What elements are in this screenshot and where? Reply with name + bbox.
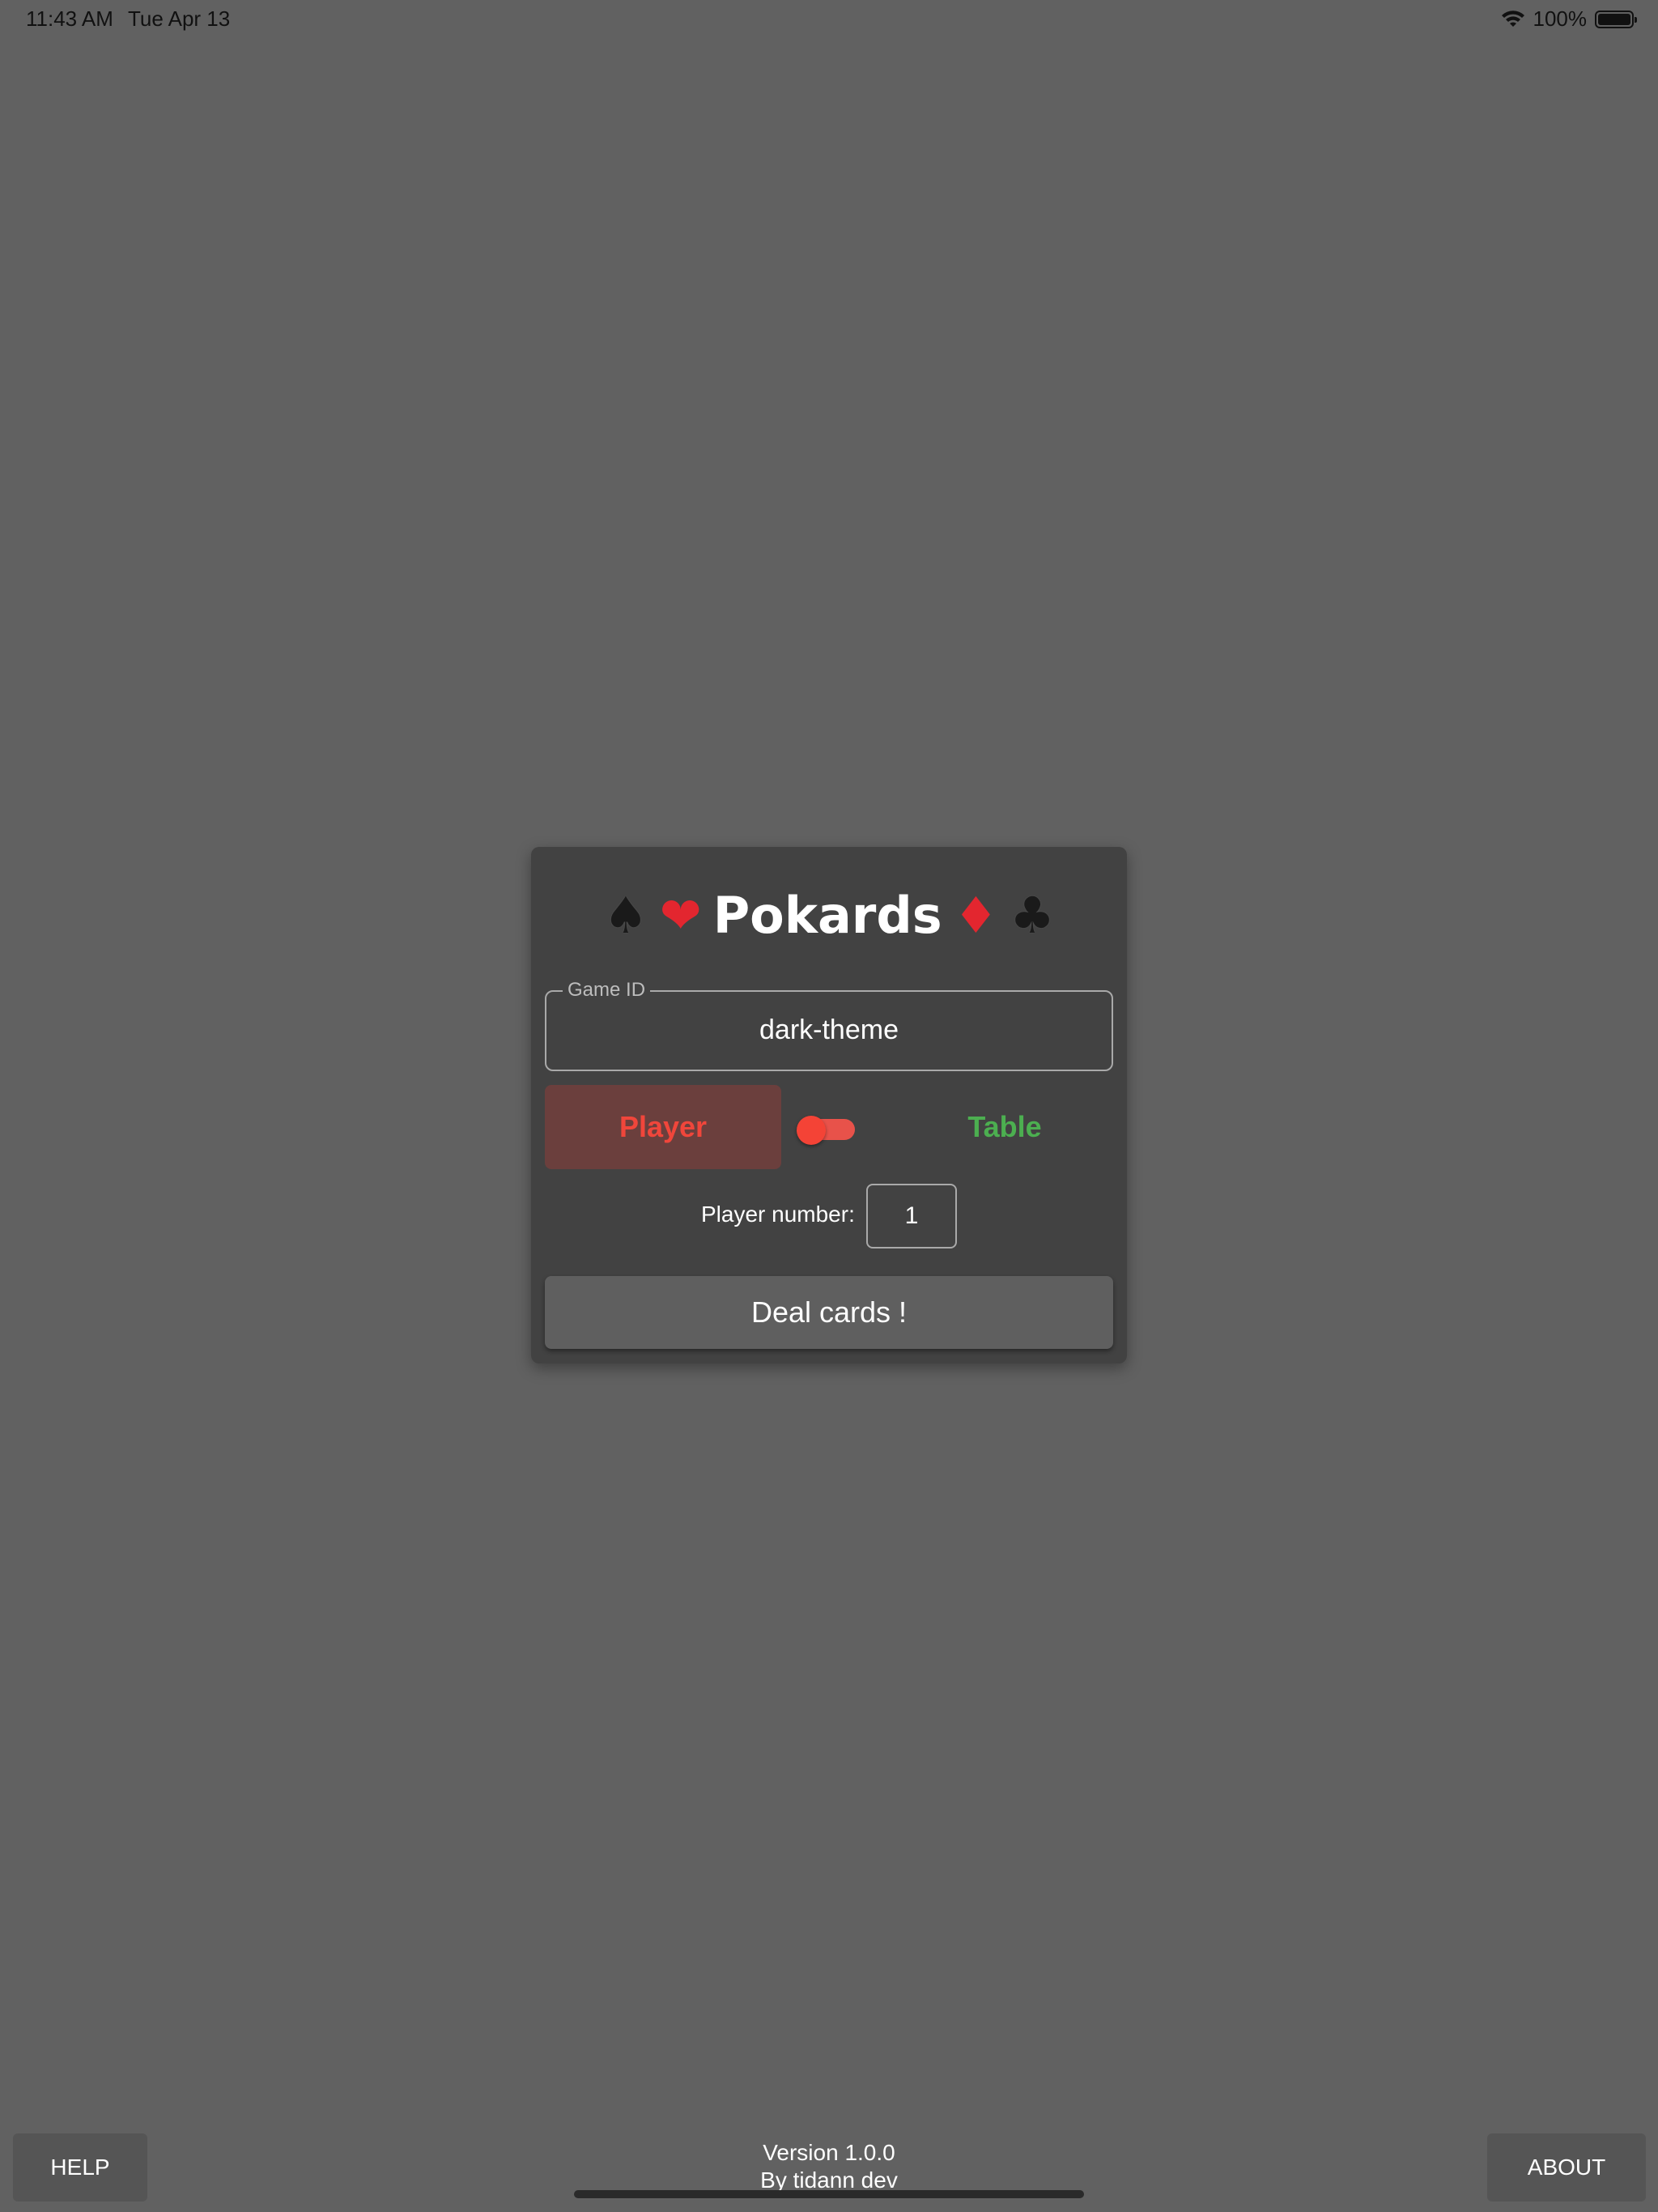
status-time: 11:43 AM [26, 6, 113, 31]
status-indicators: 100% [1501, 6, 1637, 32]
app-title-text: Pokards [712, 886, 942, 945]
login-card: ♠ ❤ Pokards ♦ ♣ Game ID dark-theme Playe… [531, 847, 1127, 1363]
role-table-button[interactable]: Table [895, 1085, 1114, 1169]
status-date: Tue Apr 13 [128, 6, 231, 31]
status-bar: 11:43 AM Tue Apr 13 100% [0, 0, 1658, 39]
app-title: ♠ ❤ Pokards ♦ ♣ [531, 886, 1127, 945]
role-toggle[interactable] [797, 1116, 857, 1145]
battery-percent: 100% [1533, 6, 1588, 31]
deal-cards-button[interactable]: Deal cards ! [545, 1276, 1113, 1349]
club-icon: ♣ [1010, 885, 1055, 945]
game-id-label: Game ID [563, 979, 651, 1002]
wifi-icon [1501, 10, 1524, 27]
game-id-input[interactable]: dark-theme [546, 1015, 1112, 1046]
home-indicator[interactable] [574, 2190, 1084, 2198]
spade-icon: ♠ [603, 885, 648, 945]
player-number-label: Player number: [701, 1202, 855, 1227]
role-player-button[interactable]: Player [545, 1085, 781, 1169]
game-id-field[interactable]: Game ID dark-theme [545, 979, 1113, 1071]
footer-info: Version 1.0.0 By tidann dev [0, 2139, 1658, 2194]
role-toggle-knob [797, 1116, 826, 1145]
about-button[interactable]: ABOUT [1487, 2133, 1646, 2201]
player-number-input[interactable]: 1 [866, 1184, 957, 1249]
version-text: Version 1.0.0 [763, 2140, 895, 2165]
diamond-icon: ♦ [953, 885, 999, 945]
heart-icon: ❤ [659, 885, 702, 945]
battery-full-icon [1595, 10, 1637, 28]
